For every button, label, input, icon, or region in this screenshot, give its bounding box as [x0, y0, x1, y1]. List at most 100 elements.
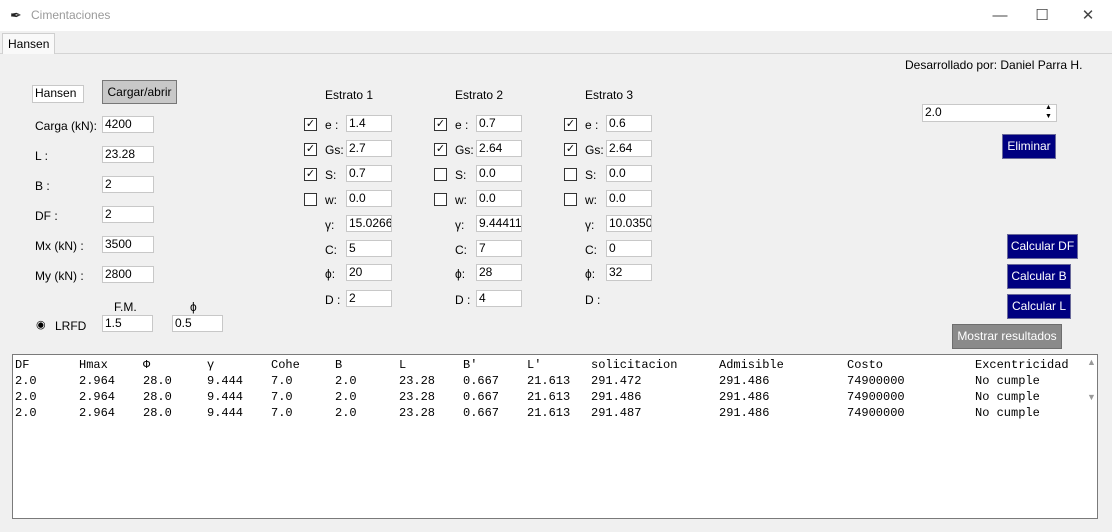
strata-3-checkbox-2[interactable] [564, 168, 577, 181]
strata-3-field-2[interactable]: 0.0 [606, 165, 652, 182]
strata-1-field-1[interactable]: 2.7 [346, 140, 392, 157]
results-cell: 0.667 [463, 374, 500, 388]
l-field[interactable]: 23.28 [102, 146, 154, 163]
strata-3-checkbox-3[interactable] [564, 193, 577, 206]
strata-2-checkbox-2[interactable] [434, 168, 447, 181]
df-label: DF : [35, 209, 58, 223]
strata-1-field-5[interactable]: 5 [346, 240, 392, 257]
results-cell: 21.613 [527, 406, 571, 420]
strata-2-checkbox-0[interactable]: ✓ [434, 118, 447, 131]
carga-label: Carga (kN): [35, 119, 98, 133]
results-cell: 291.487 [591, 406, 642, 420]
results-cell: 2.964 [79, 406, 116, 420]
results-cell: 7.0 [271, 374, 293, 388]
tab-bar [0, 31, 1112, 54]
results-column-header: L [399, 358, 407, 372]
results-cell: 28.0 [143, 390, 172, 404]
strata-1-title: Estrato 1 [325, 88, 374, 102]
results-cell: 0.667 [463, 390, 500, 404]
results-cell: 74900000 [847, 374, 905, 388]
strata-2-field-1[interactable]: 2.64 [476, 140, 522, 157]
strata-2-field-2[interactable]: 0.0 [476, 165, 522, 182]
strata-3-field-1[interactable]: 2.64 [606, 140, 652, 157]
results-cell: 2.0 [335, 390, 357, 404]
maximize-button[interactable]: ☐ [1019, 0, 1065, 31]
strata-1-field-4[interactable]: 15.02666 [346, 215, 392, 232]
results-column-header: Hmax [79, 358, 108, 372]
strata-3-field-6[interactable]: 32 [606, 264, 652, 281]
strata-2-label-0: e : [455, 118, 469, 132]
strata-3-checkbox-1[interactable]: ✓ [564, 143, 577, 156]
strata-3-field-3[interactable]: 0.0 [606, 190, 652, 207]
results-cell: 9.444 [207, 390, 244, 404]
show-results-button[interactable]: Mostrar resultados [952, 324, 1062, 349]
strata-2-field-0[interactable]: 0.7 [476, 115, 522, 132]
calculate-l-button[interactable]: Calcular L [1007, 294, 1071, 319]
strata-1-field-6[interactable]: 20 [346, 264, 392, 281]
number-spinbox[interactable]: 2.0 [922, 104, 1057, 122]
results-cell: 74900000 [847, 406, 905, 420]
lrfd-label: LRFD [55, 319, 87, 333]
results-column-header: B [335, 358, 343, 372]
strata-1-checkbox-0[interactable]: ✓ [304, 118, 317, 131]
spin-up-icon[interactable]: ▲ [1045, 104, 1052, 112]
strata-1-field-3[interactable]: 0.0 [346, 190, 392, 207]
strata-2-field-4[interactable]: 9.444117 [476, 215, 522, 232]
strata-3-label-7: D : [585, 293, 601, 307]
strata-3-checkbox-0[interactable]: ✓ [564, 118, 577, 131]
scroll-down-icon[interactable]: ▼ [1087, 392, 1096, 402]
lrfd-radio[interactable]: ◉ [36, 318, 46, 331]
b-field[interactable]: 2 [102, 176, 154, 193]
strata-3-field-0[interactable]: 0.6 [606, 115, 652, 132]
strata-1-checkbox-2[interactable]: ✓ [304, 168, 317, 181]
mx-field[interactable]: 3500 [102, 236, 154, 253]
my-field[interactable]: 2800 [102, 266, 154, 283]
strata-2-checkbox-1[interactable]: ✓ [434, 143, 447, 156]
strata-1-field-7[interactable]: 2 [346, 290, 392, 307]
strata-3-label-1: Gs: [585, 143, 604, 157]
results-column-header: solicitacion [591, 358, 678, 372]
scroll-up-icon[interactable]: ▲ [1087, 357, 1096, 367]
strata-2-field-7[interactable]: 4 [476, 290, 522, 307]
strata-2-field-6[interactable]: 28 [476, 264, 522, 281]
strata-1-field-2[interactable]: 0.7 [346, 165, 392, 182]
calculate-df-button[interactable]: Calcular DF [1007, 234, 1078, 259]
strata-1-checkbox-3[interactable] [304, 193, 317, 206]
results-column-header: B' [463, 358, 478, 372]
strata-1-field-0[interactable]: 1.4 [346, 115, 392, 132]
strata-3-label-0: e : [585, 118, 599, 132]
fm-field[interactable]: 1.5 [102, 315, 153, 332]
strata-3-field-4[interactable]: 10.03500 [606, 215, 652, 232]
carga-field[interactable]: 4200 [102, 116, 154, 133]
close-button[interactable]: ✕ [1065, 0, 1111, 31]
df-field[interactable]: 2 [102, 206, 154, 223]
feather-icon: ✒ [10, 7, 22, 23]
spinbox-value: 2.0 [925, 105, 942, 119]
tab-hansen[interactable]: Hansen [2, 33, 56, 54]
strata-2-label-2: S: [455, 168, 467, 182]
strata-3-field-5[interactable]: 0 [606, 240, 652, 257]
results-cell: 23.28 [399, 406, 436, 420]
strata-2-label-1: Gs: [455, 143, 474, 157]
phi-field[interactable]: 0.5 [172, 315, 223, 332]
minimize-button[interactable]: — [977, 0, 1023, 31]
results-cell: 2.0 [15, 406, 37, 420]
results-cell: 74900000 [847, 390, 905, 404]
calculate-b-button[interactable]: Calcular B [1007, 264, 1071, 289]
strata-2-checkbox-3[interactable] [434, 193, 447, 206]
fm-label: F.M. [114, 300, 137, 314]
strata-3-label-6: ϕ: [585, 267, 596, 281]
results-text-area[interactable]: DF Hmax Φγ Cohe B L B' L' solicitacion Admisible C… [12, 354, 1098, 519]
eliminar-button[interactable]: Eliminar [1002, 134, 1056, 159]
strata-1-checkbox-1[interactable]: ✓ [304, 143, 317, 156]
spin-down-icon[interactable]: ▼ [1045, 113, 1052, 121]
strata-2-field-5[interactable]: 7 [476, 240, 522, 257]
results-cell: 28.0 [143, 374, 172, 388]
load-open-button[interactable]: Cargar/abrir [102, 80, 177, 104]
results-column-header: Excentricidad [975, 358, 1069, 372]
strata-2-field-3[interactable]: 0.0 [476, 190, 522, 207]
strata-3-label-4: γ: [585, 218, 595, 232]
method-field[interactable]: Hansen [32, 85, 84, 103]
results-cell: 21.613 [527, 390, 571, 404]
results-cell: 291.486 [719, 390, 770, 404]
